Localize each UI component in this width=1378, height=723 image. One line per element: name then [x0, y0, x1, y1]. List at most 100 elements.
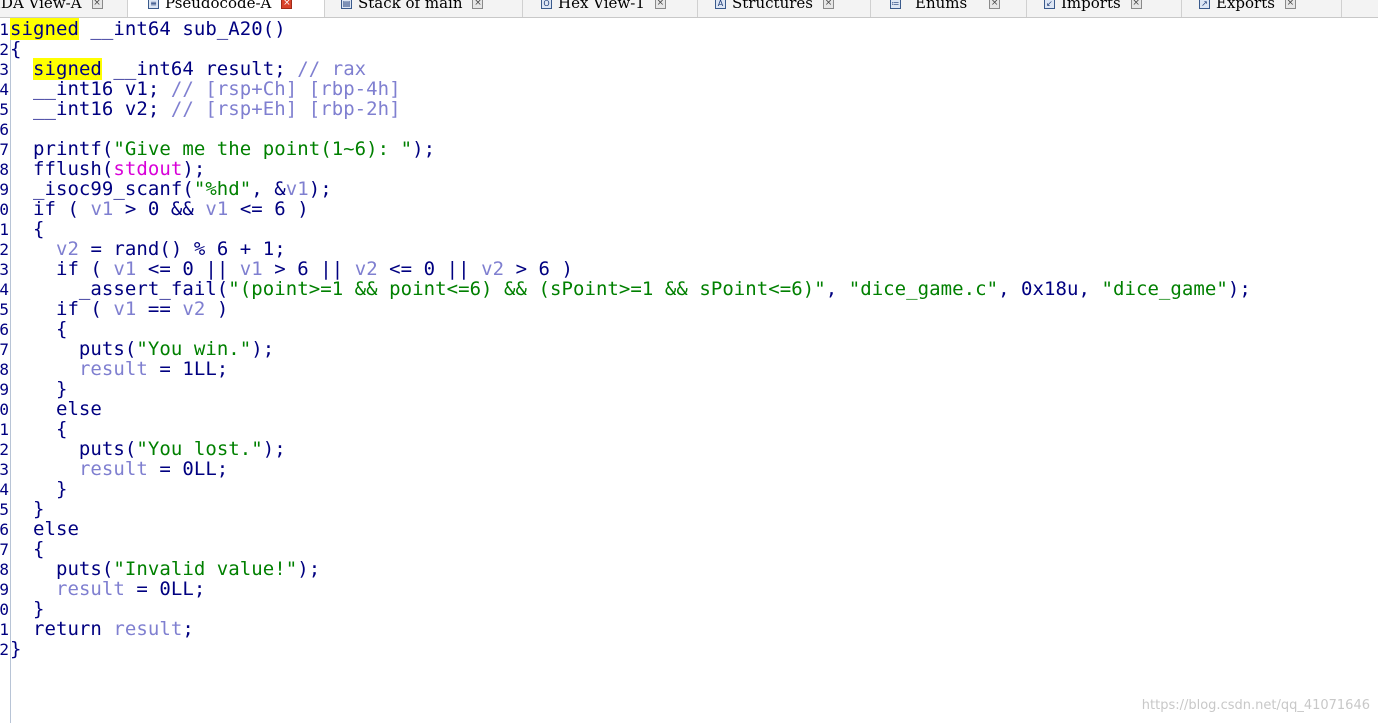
code-token: <= 0 || [136, 258, 240, 280]
code-line[interactable]: } [10, 499, 44, 519]
line-number: 2 [0, 40, 9, 59]
code-line[interactable]: puts("You win."); [10, 339, 274, 359]
tab-ida-view-a[interactable]: IDA View-A × [0, 0, 128, 17]
code-token: <= 6 ) [228, 198, 309, 220]
code-token: ); [251, 338, 275, 360]
code-line[interactable]: } [10, 599, 44, 619]
code-line[interactable]: fflush(stdout); [10, 159, 205, 179]
close-icon[interactable]: × [654, 0, 666, 9]
code-line[interactable]: } [10, 639, 22, 659]
code-token: printf( [10, 138, 114, 160]
close-icon[interactable]: × [989, 0, 1001, 9]
code-token: signed [10, 18, 79, 40]
code-token: v1 [113, 298, 137, 320]
code-token: ); [262, 438, 286, 460]
tab-hex-view-1[interactable]: O Hex View-1 × [523, 0, 698, 17]
code-line[interactable]: result = 0LL; [10, 579, 205, 599]
line-number: 5 [0, 300, 9, 319]
code-token: if ( [10, 198, 91, 220]
close-icon[interactable]: × [91, 0, 103, 9]
code-token: v1 [205, 198, 229, 220]
line-number: 6 [0, 120, 9, 139]
tab-pseudocode-a[interactable]: ≡ Pseudocode-A × [128, 0, 325, 17]
code-token: result [113, 618, 183, 640]
close-icon[interactable]: × [1130, 0, 1142, 9]
tab-structures[interactable]: A Structures × [698, 0, 871, 17]
code-token: } [10, 598, 45, 620]
code-token: "(point>=1 && point<=6) && (sPoint>=1 &&… [228, 278, 826, 300]
code-token: result [78, 358, 148, 380]
code-token: v1 [285, 178, 309, 200]
code-line[interactable]: } [10, 379, 67, 399]
code-token: <= 0 || [377, 258, 482, 280]
code-line[interactable]: if ( v1 == v2 ) [10, 299, 228, 319]
line-number: 2 [0, 440, 9, 459]
code-token: puts( [10, 558, 114, 580]
code-token: ); [1227, 278, 1251, 300]
code-line[interactable]: if ( v1 > 0 && v1 <= 6 ) [10, 199, 309, 219]
tab-exports[interactable]: ↗ Exports × [1182, 0, 1342, 17]
code-line[interactable]: { [10, 539, 44, 559]
code-line[interactable]: result = 1LL; [10, 359, 228, 379]
code-line[interactable]: if ( v1 <= 0 || v1 > 6 || v2 <= 0 || v2 … [10, 259, 573, 279]
close-icon[interactable]: × [822, 0, 834, 9]
line-number: 9 [0, 580, 9, 599]
code-token: // rax [297, 58, 367, 80]
code-token: ); [297, 558, 321, 580]
pseudocode-view[interactable]: signed __int64 sub_A20(){ signed __int64… [10, 18, 1370, 699]
code-line[interactable]: { [10, 319, 67, 339]
close-icon[interactable]: × [281, 0, 293, 9]
code-line[interactable]: printf("Give me the point(1~6): "); [10, 139, 435, 159]
code-token: v2 [481, 258, 505, 280]
code-line[interactable]: { [10, 39, 22, 59]
code-token: } [10, 638, 22, 660]
line-number: 6 [0, 520, 9, 539]
code-line[interactable]: puts("Invalid value!"); [10, 559, 320, 579]
enums-icon: ≔ [890, 0, 901, 9]
code-token: fflush( [10, 158, 114, 180]
code-line[interactable]: __int16 v1; // [rsp+Ch] [rbp-4h] [10, 79, 401, 99]
code-line[interactable]: signed __int64 sub_A20() [10, 18, 286, 40]
close-icon[interactable]: × [472, 0, 484, 9]
tab-enums[interactable]: ≔ Enums × [871, 0, 1027, 17]
code-token: ) [205, 298, 229, 320]
code-line[interactable]: { [10, 419, 67, 439]
code-line[interactable]: result = 0LL; [10, 459, 228, 479]
line-number: 4 [0, 80, 9, 99]
line-number: 4 [0, 480, 9, 499]
line-number: 9 [0, 180, 9, 199]
tab-stack-of-main[interactable]: ▤ Stack of main × [325, 0, 523, 17]
line-number: 1 [0, 220, 9, 239]
tab-imports[interactable]: ↙ Imports × [1027, 0, 1182, 17]
code-token: v1 [113, 258, 137, 280]
code-token: puts( [10, 338, 137, 360]
code-token: , 0x18u, [998, 278, 1102, 300]
code-line[interactable]: v2 = rand() % 6 + 1; [10, 239, 286, 259]
code-token: __int16 v1; [10, 78, 171, 100]
line-number: 1 [0, 20, 9, 39]
line-number: 2 [0, 640, 9, 659]
code-line[interactable]: else [10, 519, 79, 539]
code-line[interactable]: _isoc99_scanf("%hd", &v1); [10, 179, 332, 199]
code-token: __int16 v2; [10, 98, 171, 120]
exports-icon: ↗ [1199, 0, 1210, 9]
tab-label: Pseudocode-A [165, 0, 272, 12]
stack-icon: ▤ [341, 0, 352, 9]
line-number: 0 [0, 200, 9, 219]
code-token: "You win." [136, 338, 252, 360]
code-line[interactable]: signed __int64 result; // rax [10, 58, 367, 80]
code-line[interactable]: { [10, 219, 44, 239]
code-line[interactable]: } [10, 479, 67, 499]
code-line[interactable]: _assert_fail("(point>=1 && point<=6) && … [10, 279, 1251, 299]
code-line[interactable]: return result; [10, 619, 194, 639]
tab-label: Exports [1216, 0, 1275, 12]
close-icon[interactable]: × [1284, 0, 1296, 9]
code-token: // [rsp+Eh] [rbp-2h] [170, 98, 401, 120]
line-number: 2 [0, 240, 9, 259]
code-token: = 0LL; [124, 578, 206, 600]
code-line[interactable]: else [10, 399, 102, 419]
line-number: 5 [0, 500, 9, 519]
code-line[interactable]: __int16 v2; // [rsp+Eh] [rbp-2h] [10, 99, 401, 119]
code-line[interactable]: puts("You lost."); [10, 439, 286, 459]
